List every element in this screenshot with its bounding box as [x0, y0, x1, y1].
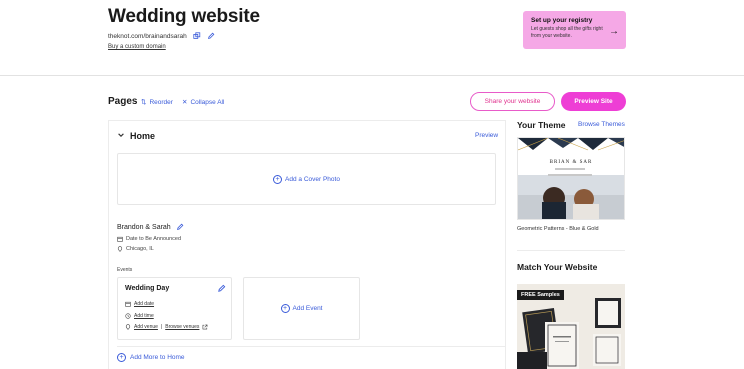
add-time-link[interactable]: Add time [134, 313, 154, 319]
location-pin-icon [125, 324, 131, 330]
add-more-to-home-button[interactable]: + Add More to Home [117, 353, 185, 362]
wedding-location: Chicago, IL [126, 246, 154, 252]
site-url-row: theknot.com/brainandsarah [108, 32, 215, 40]
event-date-row[interactable]: Add date [125, 301, 154, 307]
collapse-all-button[interactable]: ✕ Collapse All [182, 98, 225, 107]
collapse-all-label: Collapse All [190, 98, 225, 106]
events-label: Events [117, 267, 133, 273]
plus-circle-icon: + [117, 353, 126, 362]
chevron-down-icon[interactable] [117, 131, 125, 141]
theme-preview-rule [555, 168, 585, 170]
registry-title: Set up your registry [531, 17, 593, 24]
theme-name: Geometric Patterns - Blue & Gold [517, 226, 599, 232]
preview-site-button[interactable]: Preview Site [561, 92, 626, 111]
wedding-date: Date to Be Announced [126, 236, 182, 242]
add-venue-link[interactable]: Add venue [134, 324, 158, 330]
arrow-right-icon: → [609, 26, 619, 37]
home-preview-link[interactable]: Preview [475, 132, 498, 139]
page-title: Wedding website [108, 6, 260, 27]
reorder-button[interactable]: ⇅ Reorder [141, 98, 173, 107]
buy-custom-domain-link[interactable]: Buy a custom domain [108, 44, 166, 50]
plus-circle-icon: + [273, 174, 283, 184]
free-samples-badge: FREE Samples [517, 290, 564, 300]
reorder-label: Reorder [149, 98, 173, 106]
theme-couple-names: BRIAN & SAR [549, 160, 593, 165]
external-link-icon[interactable] [202, 324, 208, 330]
event-venue-row: Add venue | Browse venues [125, 324, 208, 330]
theme-preview-image [518, 138, 624, 219]
section-divider [117, 346, 505, 347]
add-cover-photo-label: Add a Cover Photo [285, 175, 340, 183]
browse-venues-link[interactable]: Browse venues [165, 324, 199, 330]
edit-pencil-icon[interactable] [207, 32, 215, 40]
theme-preview-thumbnail[interactable] [517, 137, 625, 220]
wedding-location-row: Chicago, IL [117, 246, 154, 252]
edit-pencil-icon[interactable] [217, 284, 226, 293]
add-cover-photo-button[interactable]: + Add a Cover Photo [117, 153, 496, 205]
registry-card[interactable]: Set up your registry Let guests shop all… [523, 11, 626, 49]
site-url: theknot.com/brainandsarah [108, 32, 187, 40]
home-section-title: Home [130, 131, 156, 141]
couple-names-row: Brandon & Sarah [117, 223, 184, 231]
add-date-link[interactable]: Add date [134, 301, 154, 307]
add-more-label: Add More to Home [130, 354, 185, 361]
event-title: Wedding Day [125, 285, 170, 292]
your-theme-heading: Your Theme [517, 120, 566, 130]
wedding-date-row: Date to Be Announced [117, 236, 181, 242]
registry-subtitle: Let guests shop all the gifts right from… [531, 26, 603, 39]
sidebar-divider [517, 250, 625, 251]
location-pin-icon [117, 246, 123, 252]
pages-heading: Pages [108, 96, 138, 107]
separator: | [160, 324, 163, 330]
share-website-button[interactable]: Share your website [470, 92, 555, 111]
browse-themes-link[interactable]: Browse Themes [578, 121, 625, 128]
header-divider [0, 75, 744, 76]
couple-names: Brandon & Sarah [117, 223, 171, 231]
match-website-heading: Match Your Website [517, 262, 598, 272]
clock-icon [125, 313, 131, 319]
calendar-icon [117, 236, 123, 242]
reorder-icon: ⇅ [141, 99, 147, 106]
add-event-button[interactable]: + Add Event [243, 277, 360, 340]
theme-preview-rule [548, 174, 592, 176]
collapse-icon: ✕ [182, 99, 188, 106]
event-time-row[interactable]: Add time [125, 313, 154, 319]
calendar-icon [125, 301, 131, 307]
copy-icon[interactable] [193, 32, 201, 40]
edit-pencil-icon[interactable] [176, 223, 184, 231]
add-event-label: Add Event [292, 305, 323, 312]
plus-circle-icon: + [280, 304, 290, 313]
